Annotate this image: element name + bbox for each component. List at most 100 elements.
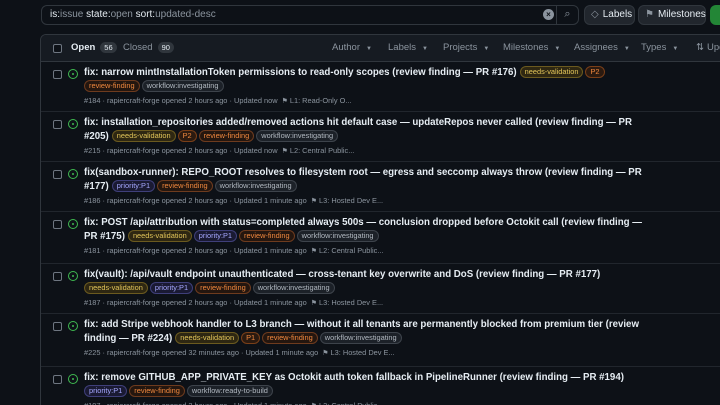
issue-opened: opened 2 hours ago <box>161 298 228 307</box>
issue-meta: #187 · rapiercraft-forge opened 2 hours … <box>84 298 384 307</box>
label-P2[interactable]: P2 <box>177 130 197 142</box>
milestone-icon: ⚑ <box>310 198 318 205</box>
label-P2[interactable]: P2 <box>585 66 605 78</box>
issue-content: fix: remove GITHUB_APP_PRIVATE_KEY as Oc… <box>84 371 654 405</box>
filter-types-label: Types <box>641 42 667 53</box>
label-workflow-investigating[interactable]: workflow:investigating <box>141 80 224 92</box>
issue-milestone[interactable]: ⚑L2: Central Public... <box>311 401 384 405</box>
query-token-is: is:issue <box>50 9 84 20</box>
issue-list: Open 56 Closed 90 Author ▼ Labels ▼ Projects… <box>40 34 720 405</box>
issue-row[interactable]: fix: remove GITHUB_APP_PRIVATE_KEY as Oc… <box>41 367 720 405</box>
label-needs-validation[interactable]: needs-validation <box>111 130 176 142</box>
label-workflow-investigating[interactable]: workflow:investigating <box>252 282 335 294</box>
label-needs-validation[interactable]: needs-validation <box>84 282 148 294</box>
issue-milestone[interactable]: ⚑L2: Central Public... <box>311 246 384 255</box>
issue-title-link[interactable]: fix: remove GITHUB_APP_PRIVATE_KEY as Oc… <box>84 372 624 383</box>
chevron-down-icon: ▼ <box>483 46 490 52</box>
filter-milestones[interactable]: Milestones ▼ <box>503 42 560 53</box>
issue-number: #186 <box>84 196 101 205</box>
issue-author[interactable]: rapiercraft-forge <box>107 196 160 205</box>
issue-author[interactable]: rapiercraft-forge <box>107 401 160 405</box>
label-workflow-investigating[interactable]: workflow:investigating <box>319 332 402 344</box>
issue-row[interactable]: fix: add Stripe webhook handler to L3 br… <box>41 314 720 367</box>
sort-icon: ⇅ <box>696 42 704 53</box>
issue-content: fix(sandbox-runner): REPO_ROOT resolves … <box>84 166 654 208</box>
issue-row[interactable]: fix: POST /api/attribution with status=c… <box>41 212 720 264</box>
issue-checkbox[interactable] <box>53 375 62 384</box>
label-priority-P1[interactable]: priority:P1 <box>193 230 238 242</box>
issue-title-line: fix: POST /api/attribution with status=c… <box>84 216 654 244</box>
issue-author[interactable]: rapiercraft-forge <box>107 246 160 255</box>
label-workflow-investigating[interactable]: workflow:investigating <box>214 180 297 192</box>
filter-labels[interactable]: Labels ▼ <box>388 42 428 53</box>
issue-meta: #186 · rapiercraft-forge opened 2 hours … <box>84 196 384 205</box>
label-review-finding[interactable]: review-finding <box>198 130 255 142</box>
issue-number: #225 <box>84 348 101 357</box>
issue-checkbox[interactable] <box>53 120 62 129</box>
issue-row[interactable]: fix: installation_repositories added/rem… <box>41 112 720 162</box>
issue-author[interactable]: rapiercraft-forge <box>107 146 160 155</box>
label-priority-P1[interactable]: priority:P1 <box>149 282 194 294</box>
filter-projects[interactable]: Projects ▼ <box>443 42 489 53</box>
label-review-finding[interactable]: review-finding <box>84 80 140 92</box>
milestone-icon: ⚑ <box>310 300 318 307</box>
closed-count-badge: 90 <box>157 42 174 53</box>
label-needs-validation[interactable]: needs-validation <box>127 230 192 242</box>
label-needs-validation[interactable]: needs-validation <box>175 332 240 344</box>
issue-content: fix: POST /api/attribution with status=c… <box>84 216 654 258</box>
issue-meta: #215 · rapiercraft-forge opened 2 hours … <box>84 146 355 155</box>
label-priority-P1[interactable]: priority:P1 <box>111 180 156 192</box>
filter-assignees[interactable]: Assignees ▼ <box>574 42 630 53</box>
issue-checkbox[interactable] <box>53 322 62 331</box>
issue-open-icon <box>68 271 78 281</box>
issue-author[interactable]: rapiercraft-forge <box>107 298 160 307</box>
search-input[interactable]: is:issue state:open sort:updated-desc <box>41 5 579 25</box>
issue-row[interactable]: fix: narrow mintInstallationToken permis… <box>41 62 720 112</box>
chevron-down-icon: ▼ <box>672 46 679 52</box>
issue-milestone[interactable]: ⚑L2: Central Public... <box>282 146 355 155</box>
sort-updated[interactable]: ⇅Upd <box>696 42 720 53</box>
tab-closed-label: Closed <box>123 42 153 53</box>
new-issue-button[interactable] <box>710 5 720 25</box>
issue-milestone[interactable]: ⚑ L3: Hosted Dev E... <box>311 196 383 205</box>
label-review-finding[interactable]: review-finding <box>262 332 318 344</box>
issue-milestone[interactable]: ⚑ L3: Hosted Dev E... <box>322 348 394 357</box>
clear-search-icon[interactable]: × <box>543 9 554 20</box>
issue-title-link[interactable]: fix(vault): /api/vault endpoint unauthen… <box>84 269 600 280</box>
label-needs-validation[interactable]: needs-validation <box>519 66 584 78</box>
tab-open[interactable]: Open 56 <box>71 42 117 53</box>
label-review-finding[interactable]: review-finding <box>239 230 295 242</box>
issue-milestone-label: L2: Central Public... <box>289 146 355 155</box>
issue-opened: opened 2 hours ago <box>161 246 228 255</box>
issue-milestone[interactable]: ⚑ L1: Read-Only O... <box>282 96 352 105</box>
tab-closed[interactable]: Closed 90 <box>123 42 174 53</box>
issue-checkbox[interactable] <box>53 220 62 229</box>
milestones-button[interactable]: ⚑ Milestones <box>638 5 706 25</box>
labels-button[interactable]: ◇ Labels <box>584 5 635 25</box>
issue-checkbox[interactable] <box>53 272 62 281</box>
issue-title-link[interactable]: fix: narrow mintInstallationToken permis… <box>84 67 517 78</box>
filter-author[interactable]: Author ▼ <box>332 42 372 53</box>
label-review-finding[interactable]: review-finding <box>157 180 213 192</box>
issue-row[interactable]: fix(sandbox-runner): REPO_ROOT resolves … <box>41 162 720 212</box>
issue-checkbox[interactable] <box>53 70 62 79</box>
sort-label: Upd <box>706 42 720 53</box>
issue-row[interactable]: fix(vault): /api/vault endpoint unauthen… <box>41 264 720 314</box>
filter-types[interactable]: Types ▼ <box>641 42 678 53</box>
label-workflow-ready-to-build[interactable]: workflow:ready-to-build <box>186 385 273 397</box>
label-workflow-investigating[interactable]: workflow:investigating <box>296 230 379 242</box>
issue-milestone[interactable]: ⚑ L3: Hosted Dev E... <box>311 298 383 307</box>
issue-list-header: Open 56 Closed 90 Author ▼ Labels ▼ Projects… <box>41 35 720 62</box>
search-icon[interactable]: ⌕ <box>556 5 578 25</box>
label-P1[interactable]: P1 <box>241 332 261 344</box>
select-all-checkbox[interactable] <box>53 44 62 53</box>
label-review-finding[interactable]: review-finding <box>195 282 251 294</box>
issue-author[interactable]: rapiercraft-forge <box>107 96 160 105</box>
issue-checkbox[interactable] <box>53 170 62 179</box>
label-workflow-investigating[interactable]: workflow:investigating <box>256 130 339 142</box>
issue-author[interactable]: rapiercraft-forge <box>107 348 160 357</box>
label-priority-P1[interactable]: priority:P1 <box>84 385 128 397</box>
issue-title-line: fix: installation_repositories added/rem… <box>84 116 654 144</box>
label-review-finding[interactable]: review-finding <box>129 385 185 397</box>
issue-number: #184 <box>84 96 101 105</box>
